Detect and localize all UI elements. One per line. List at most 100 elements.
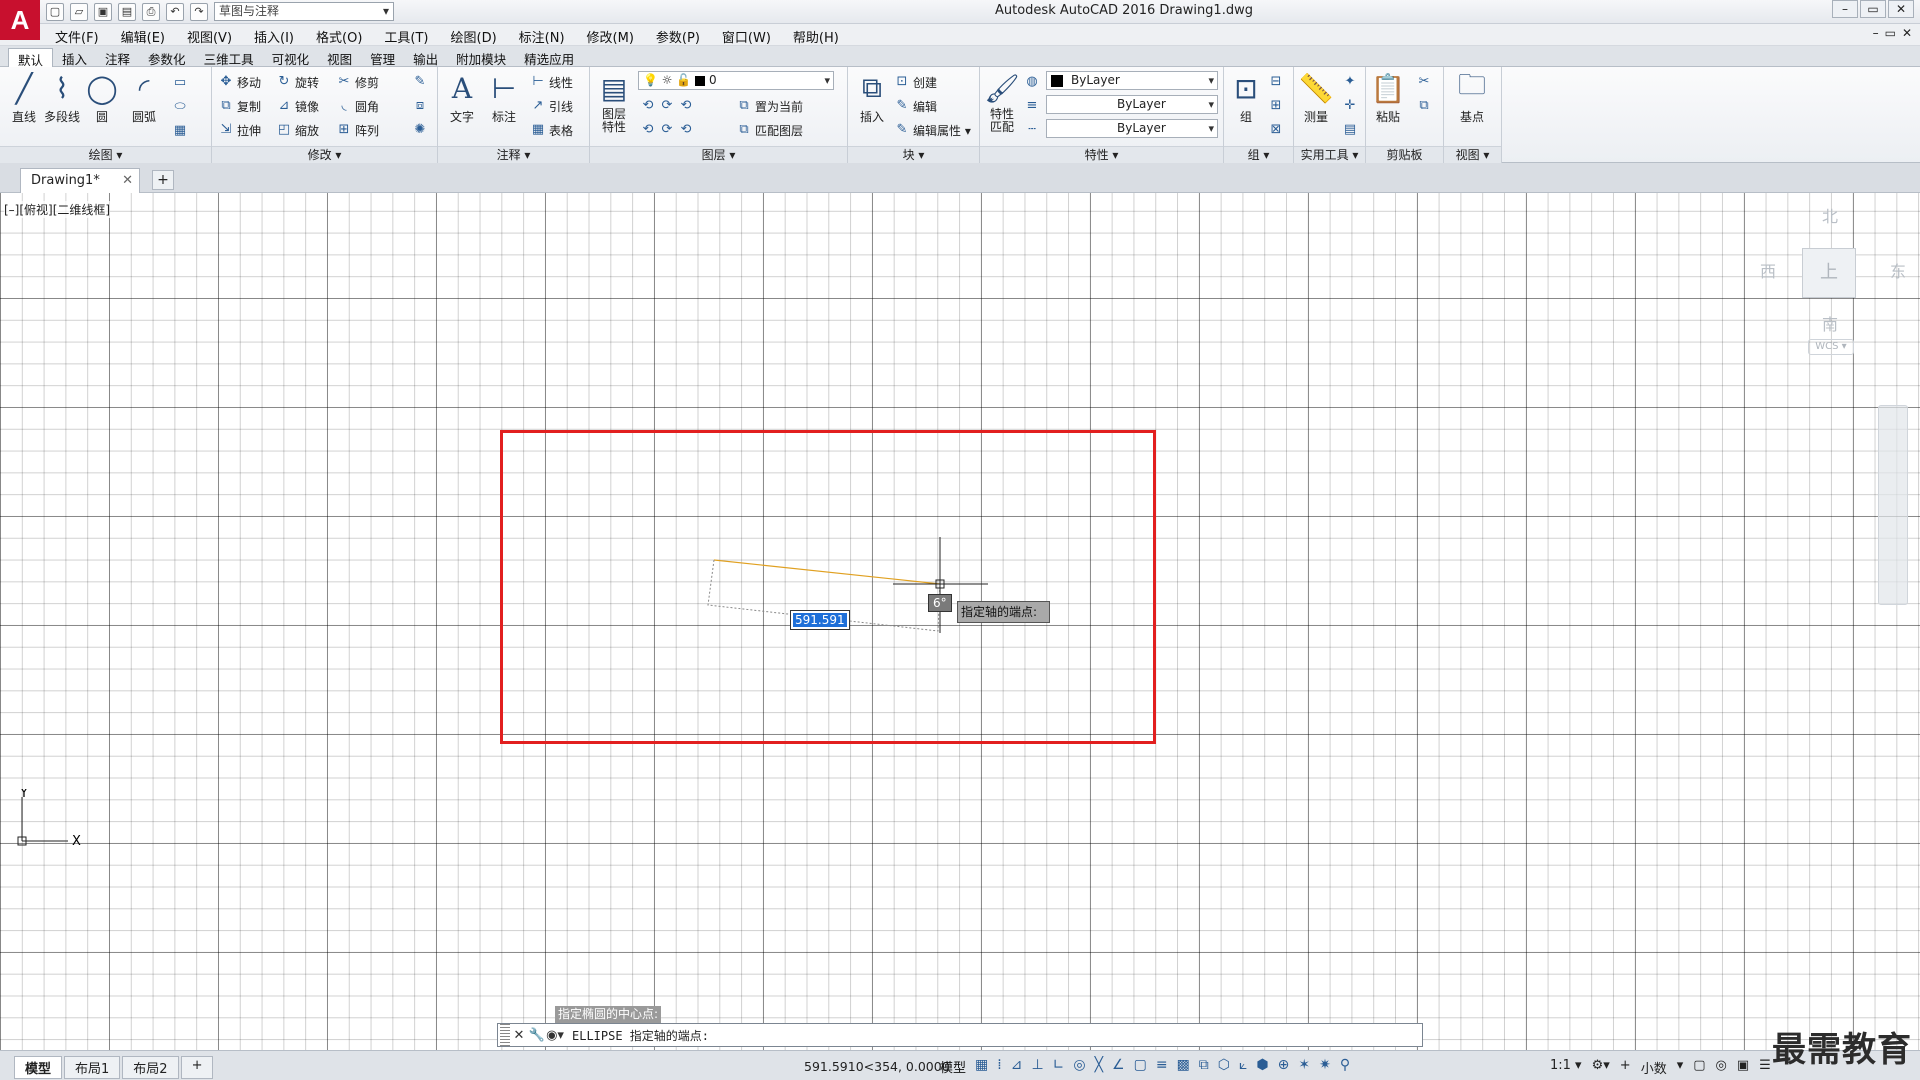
rotate-tool[interactable]: ↻ 旋转 xyxy=(276,72,319,92)
file-tab-drawing1[interactable]: Drawing1* ✕ xyxy=(20,168,140,193)
ortho-icon[interactable]: ∟ xyxy=(1053,1057,1065,1076)
stretch-tool[interactable]: ⇲ 拉伸 xyxy=(218,120,261,140)
3d-osnap-icon[interactable]: ⬡ xyxy=(1218,1057,1230,1076)
ungroup-tool[interactable]: ⊟ xyxy=(1268,72,1284,92)
viewcube-north[interactable]: 北 xyxy=(1822,203,1838,227)
point-tool[interactable]: ✦ xyxy=(1342,72,1358,92)
linear-dim-tool[interactable]: ⊢ 线性 xyxy=(530,72,573,92)
redo-icon[interactable]: ↷ xyxy=(190,2,208,21)
block-panel-title[interactable]: 块 ▾ xyxy=(848,146,979,163)
edit-attribute-tool[interactable]: ✎ 编辑属性 ▾ xyxy=(894,120,971,140)
grid-icon[interactable]: ▦ xyxy=(975,1057,988,1076)
layer-dropdown[interactable]: 💡 ☼ 🔓 0 xyxy=(638,71,834,90)
lineweight-dropdown[interactable]: ByLayer xyxy=(1046,119,1218,138)
object-snap-icon[interactable]: ▢ xyxy=(1134,1057,1147,1076)
menu-view[interactable]: 视图(V) xyxy=(187,27,232,46)
linetype-icon-tool[interactable]: ┄ xyxy=(1024,120,1040,140)
rectangle-tool[interactable]: ▭ xyxy=(172,73,188,93)
viewcube[interactable]: 北 南 东 西 上 WCS ▾ xyxy=(1750,203,1910,355)
annotation-panel-title[interactable]: 注释 ▾ xyxy=(438,146,589,163)
annotation-scale-dropdown[interactable]: 1:1 ▾ xyxy=(1550,1058,1582,1077)
color-dropdown[interactable]: ByLayer xyxy=(1046,71,1218,90)
view-panel-title[interactable]: 视图 ▾ xyxy=(1444,146,1501,163)
match-layer-tool[interactable]: ⧉ 匹配图层 xyxy=(736,120,803,140)
scale-tool[interactable]: ◰ 缩放 xyxy=(276,120,319,140)
selection-filter-icon[interactable]: ⬢ xyxy=(1256,1057,1268,1076)
close-tab-icon[interactable]: ✕ xyxy=(122,173,133,188)
offset-tool[interactable]: ⧈ xyxy=(412,96,428,116)
polar-icon[interactable]: ◎ xyxy=(1073,1057,1085,1076)
lineweight-toggle-icon[interactable]: ≡ xyxy=(1156,1057,1168,1076)
command-close-icon[interactable]: ✕ xyxy=(510,1028,528,1043)
workspace-selector[interactable]: 草图与注释 xyxy=(214,2,394,21)
layout-tab-layout1[interactable]: 布局1 xyxy=(64,1056,121,1079)
menu-draw[interactable]: 绘图(D) xyxy=(451,27,497,46)
layout-tab-model[interactable]: 模型 xyxy=(14,1056,63,1079)
leader-tool[interactable]: ↗ 引线 xyxy=(530,96,573,116)
menu-format[interactable]: 格式(O) xyxy=(316,27,362,46)
text-tool[interactable]: A 文字 xyxy=(442,71,482,125)
line-tool[interactable]: ╱ 直线 xyxy=(4,71,44,125)
dimension-tool[interactable]: ⊢ 标注 xyxy=(484,71,524,125)
menu-insert[interactable]: 插入(I) xyxy=(254,27,294,46)
object-snap-tracking-icon[interactable]: ∠ xyxy=(1112,1057,1125,1076)
copy-clip-tool[interactable]: ⧉ xyxy=(1416,96,1432,116)
dynamic-input-icon[interactable]: ⊥ xyxy=(1031,1057,1043,1076)
menu-modify[interactable]: 修改(M) xyxy=(587,27,634,46)
doc-minimize-button[interactable]: – xyxy=(1873,26,1879,40)
match-properties-tool[interactable]: 🖌 特性 匹配 xyxy=(982,71,1022,134)
insert-block-tool[interactable]: ⧉ 插入 xyxy=(852,71,892,125)
fillet-tool[interactable]: ◟ 圆角 xyxy=(336,96,379,116)
menu-tools[interactable]: 工具(T) xyxy=(384,27,428,46)
modify-panel-title[interactable]: 修改 ▾ xyxy=(212,146,437,163)
command-grip-icon[interactable] xyxy=(500,1024,510,1046)
add-layout-button[interactable]: + xyxy=(180,1056,214,1079)
erase-tool[interactable]: ✎ xyxy=(412,72,428,92)
new-file-icon[interactable]: ▢ xyxy=(46,2,64,21)
save-icon[interactable]: ▣ xyxy=(94,2,112,21)
viewcube-west[interactable]: 西 xyxy=(1760,258,1776,282)
menu-dimension[interactable]: 标注(N) xyxy=(519,27,565,46)
save-as-icon[interactable]: ▤ xyxy=(118,2,136,21)
clipboard-panel-title[interactable]: 剪贴板 xyxy=(1366,146,1443,163)
lock-ui-icon[interactable]: ▢ xyxy=(1693,1058,1705,1077)
undo-icon[interactable]: ↶ xyxy=(166,2,184,21)
cut-tool[interactable]: ✂ xyxy=(1416,72,1432,92)
clean-screen-icon[interactable]: ☰ xyxy=(1759,1058,1771,1077)
trim-tool[interactable]: ✂ 修剪 xyxy=(336,72,379,92)
polyline-tool[interactable]: ⌇ 多段线 xyxy=(42,71,82,125)
hardware-acceleration-icon[interactable]: ▣ xyxy=(1737,1058,1749,1077)
circle-tool[interactable]: ◯ 圆 xyxy=(82,71,122,125)
explode-tool[interactable]: ✺ xyxy=(412,120,428,140)
infer-constraints-icon[interactable]: ⊿ xyxy=(1011,1057,1023,1076)
layer-properties-tool[interactable]: ▤ 图层 特性 xyxy=(594,71,634,134)
layer-tool-1[interactable]: ⟲ ⟳ ⟲ xyxy=(640,96,694,116)
array-tool[interactable]: ⊞ 阵列 xyxy=(336,120,379,140)
drawing-canvas[interactable]: [–][俯视][二维线框] 6° 指定轴的端点: 591.591 北 南 东 西… xyxy=(0,193,1920,1050)
hatch-tool[interactable]: ▦ xyxy=(172,121,188,141)
viewcube-south[interactable]: 南 xyxy=(1822,311,1838,335)
annotation-scale-icon[interactable]: ⚲ xyxy=(1340,1057,1350,1076)
dynamic-length-input[interactable]: 591.591 xyxy=(790,610,850,630)
ellipse-tool[interactable]: ⬭ xyxy=(172,97,188,117)
annotation-monitor-icon[interactable]: + xyxy=(1620,1058,1631,1077)
group-edit-tool[interactable]: ⊞ xyxy=(1268,96,1284,116)
minimize-button[interactable]: – xyxy=(1832,0,1858,18)
recent-commands-icon[interactable]: ◉▾ xyxy=(546,1028,564,1043)
mirror-tool[interactable]: ⊿ 镜像 xyxy=(276,96,319,116)
snap-icon[interactable]: ⁞ xyxy=(997,1057,1001,1076)
print-icon[interactable]: ⎙ xyxy=(142,2,160,21)
doc-restore-button[interactable]: ▭ xyxy=(1885,26,1896,40)
menu-file[interactable]: 文件(F) xyxy=(55,27,99,46)
layout-tab-layout2[interactable]: 布局2 xyxy=(122,1056,179,1079)
command-line[interactable]: ✕ 🔧 ◉▾ ELLIPSE 指定轴的端点: xyxy=(497,1023,1423,1047)
isodraft-icon[interactable]: ╳ xyxy=(1095,1057,1103,1076)
command-settings-icon[interactable]: 🔧 xyxy=(528,1028,546,1043)
viewcube-east[interactable]: 东 xyxy=(1890,258,1906,282)
groups-panel-title[interactable]: 组 ▾ xyxy=(1224,146,1293,163)
selection-cycling-icon[interactable]: ⧉ xyxy=(1199,1057,1209,1076)
quick-properties-icon[interactable]: ▾ xyxy=(1677,1058,1684,1077)
arc-tool[interactable]: ◜ 圆弧 xyxy=(124,71,164,125)
group-tool[interactable]: ⊡ 组 xyxy=(1226,71,1266,125)
application-menu-button[interactable]: A xyxy=(0,0,40,40)
